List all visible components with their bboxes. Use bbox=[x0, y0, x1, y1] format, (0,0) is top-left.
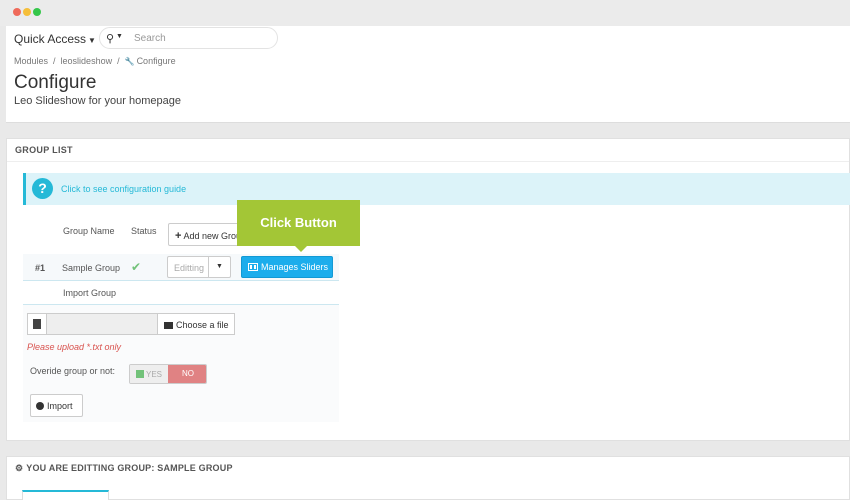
configuration-guide-link[interactable]: Click to see configuration guide bbox=[61, 184, 186, 194]
editing-label: Editting bbox=[174, 263, 205, 273]
column-header-group-name: Group Name bbox=[63, 226, 115, 236]
file-icon bbox=[27, 313, 47, 335]
plus-icon: + bbox=[175, 230, 182, 242]
file-path-input[interactable] bbox=[47, 313, 158, 335]
group-name: Sample Group bbox=[62, 263, 121, 273]
manage-sliders-label: Manages Sliders bbox=[261, 262, 329, 272]
editing-group-heading: ⚙ YOU ARE EDITTING GROUP: SAMPLE GROUP bbox=[15, 463, 233, 474]
active-tab[interactable] bbox=[22, 490, 109, 500]
quick-access-dropdown[interactable]: Quick Access ▼ bbox=[14, 32, 96, 46]
override-toggle: YES NO bbox=[129, 364, 207, 384]
check-icon[interactable]: ✔ bbox=[131, 260, 141, 274]
page-header: Quick Access▼ ⚲ ▼ Modules/leoslideshow/🔧… bbox=[6, 26, 850, 123]
editing-group-title: YOU ARE EDITTING GROUP: SAMPLE GROUP bbox=[26, 463, 233, 473]
click-button-callout: Click Button bbox=[237, 200, 360, 252]
column-header-status: Status bbox=[131, 226, 157, 236]
import-label: Import bbox=[47, 401, 73, 411]
caret-down-icon[interactable]: ▼ bbox=[208, 257, 230, 277]
breadcrumb-modules[interactable]: Modules bbox=[14, 56, 48, 66]
group-list-heading: GROUP LIST bbox=[7, 139, 849, 162]
quick-access-label: Quick Access bbox=[14, 32, 87, 46]
import-button[interactable]: Import bbox=[30, 394, 83, 417]
breadcrumb-separator: / bbox=[117, 56, 120, 66]
override-yes-option[interactable]: YES bbox=[130, 365, 168, 383]
yes-label: YES bbox=[146, 370, 163, 379]
minimize-window-icon[interactable] bbox=[23, 8, 31, 16]
question-circle-icon: ? bbox=[32, 178, 53, 199]
search-box: ⚲ ▼ bbox=[99, 27, 278, 49]
caret-down-icon[interactable]: ▼ bbox=[116, 33, 123, 40]
arrow-circle-icon bbox=[36, 402, 44, 410]
breadcrumb: Modules / leoslideshow / 🔧 Configure bbox=[14, 56, 176, 66]
search-icon[interactable]: ⚲ bbox=[106, 32, 114, 45]
editing-dropdown[interactable]: Editting ▼ bbox=[167, 256, 231, 278]
close-window-icon[interactable] bbox=[13, 8, 21, 16]
search-input[interactable] bbox=[134, 31, 274, 46]
editing-group-panel: ⚙ YOU ARE EDITTING GROUP: SAMPLE GROUP bbox=[6, 456, 850, 500]
film-icon bbox=[248, 263, 258, 271]
breadcrumb-separator: / bbox=[53, 56, 56, 66]
maximize-window-icon[interactable] bbox=[33, 8, 41, 16]
choose-file-button[interactable]: Choose a file bbox=[157, 313, 235, 335]
page-title: Configure bbox=[14, 72, 97, 93]
breadcrumb-leoslideshow[interactable]: leoslideshow bbox=[61, 56, 113, 66]
upload-hint: Please upload *.txt only bbox=[27, 342, 122, 352]
import-group-label: Import Group bbox=[63, 288, 117, 298]
manage-sliders-button[interactable]: Manages Sliders bbox=[241, 256, 333, 278]
table-row: #1 Sample Group ✔ Editting ▼ Manages Sli… bbox=[23, 254, 339, 281]
folder-open-icon bbox=[164, 322, 173, 329]
override-no-option[interactable]: NO bbox=[168, 365, 206, 383]
group-list-panel: GROUP LIST ? Click to see configuration … bbox=[6, 138, 850, 441]
info-alert: ? Click to see configuration guide bbox=[23, 173, 850, 205]
page-subtitle: Leo Slideshow for your homepage bbox=[14, 95, 181, 107]
choose-file-label: Choose a file bbox=[176, 320, 229, 330]
cogs-icon: ⚙ bbox=[15, 463, 24, 473]
wrench-icon: 🔧 bbox=[124, 57, 135, 66]
caret-down-icon: ▼ bbox=[88, 36, 96, 45]
check-icon bbox=[136, 370, 144, 378]
group-id: #1 bbox=[35, 263, 46, 273]
window-titlebar bbox=[0, 0, 850, 26]
import-group-form: Choose a file Please upload *.txt only O… bbox=[23, 304, 339, 422]
breadcrumb-configure: Configure bbox=[136, 56, 176, 66]
override-group-label: Overide group or not: bbox=[30, 366, 116, 376]
